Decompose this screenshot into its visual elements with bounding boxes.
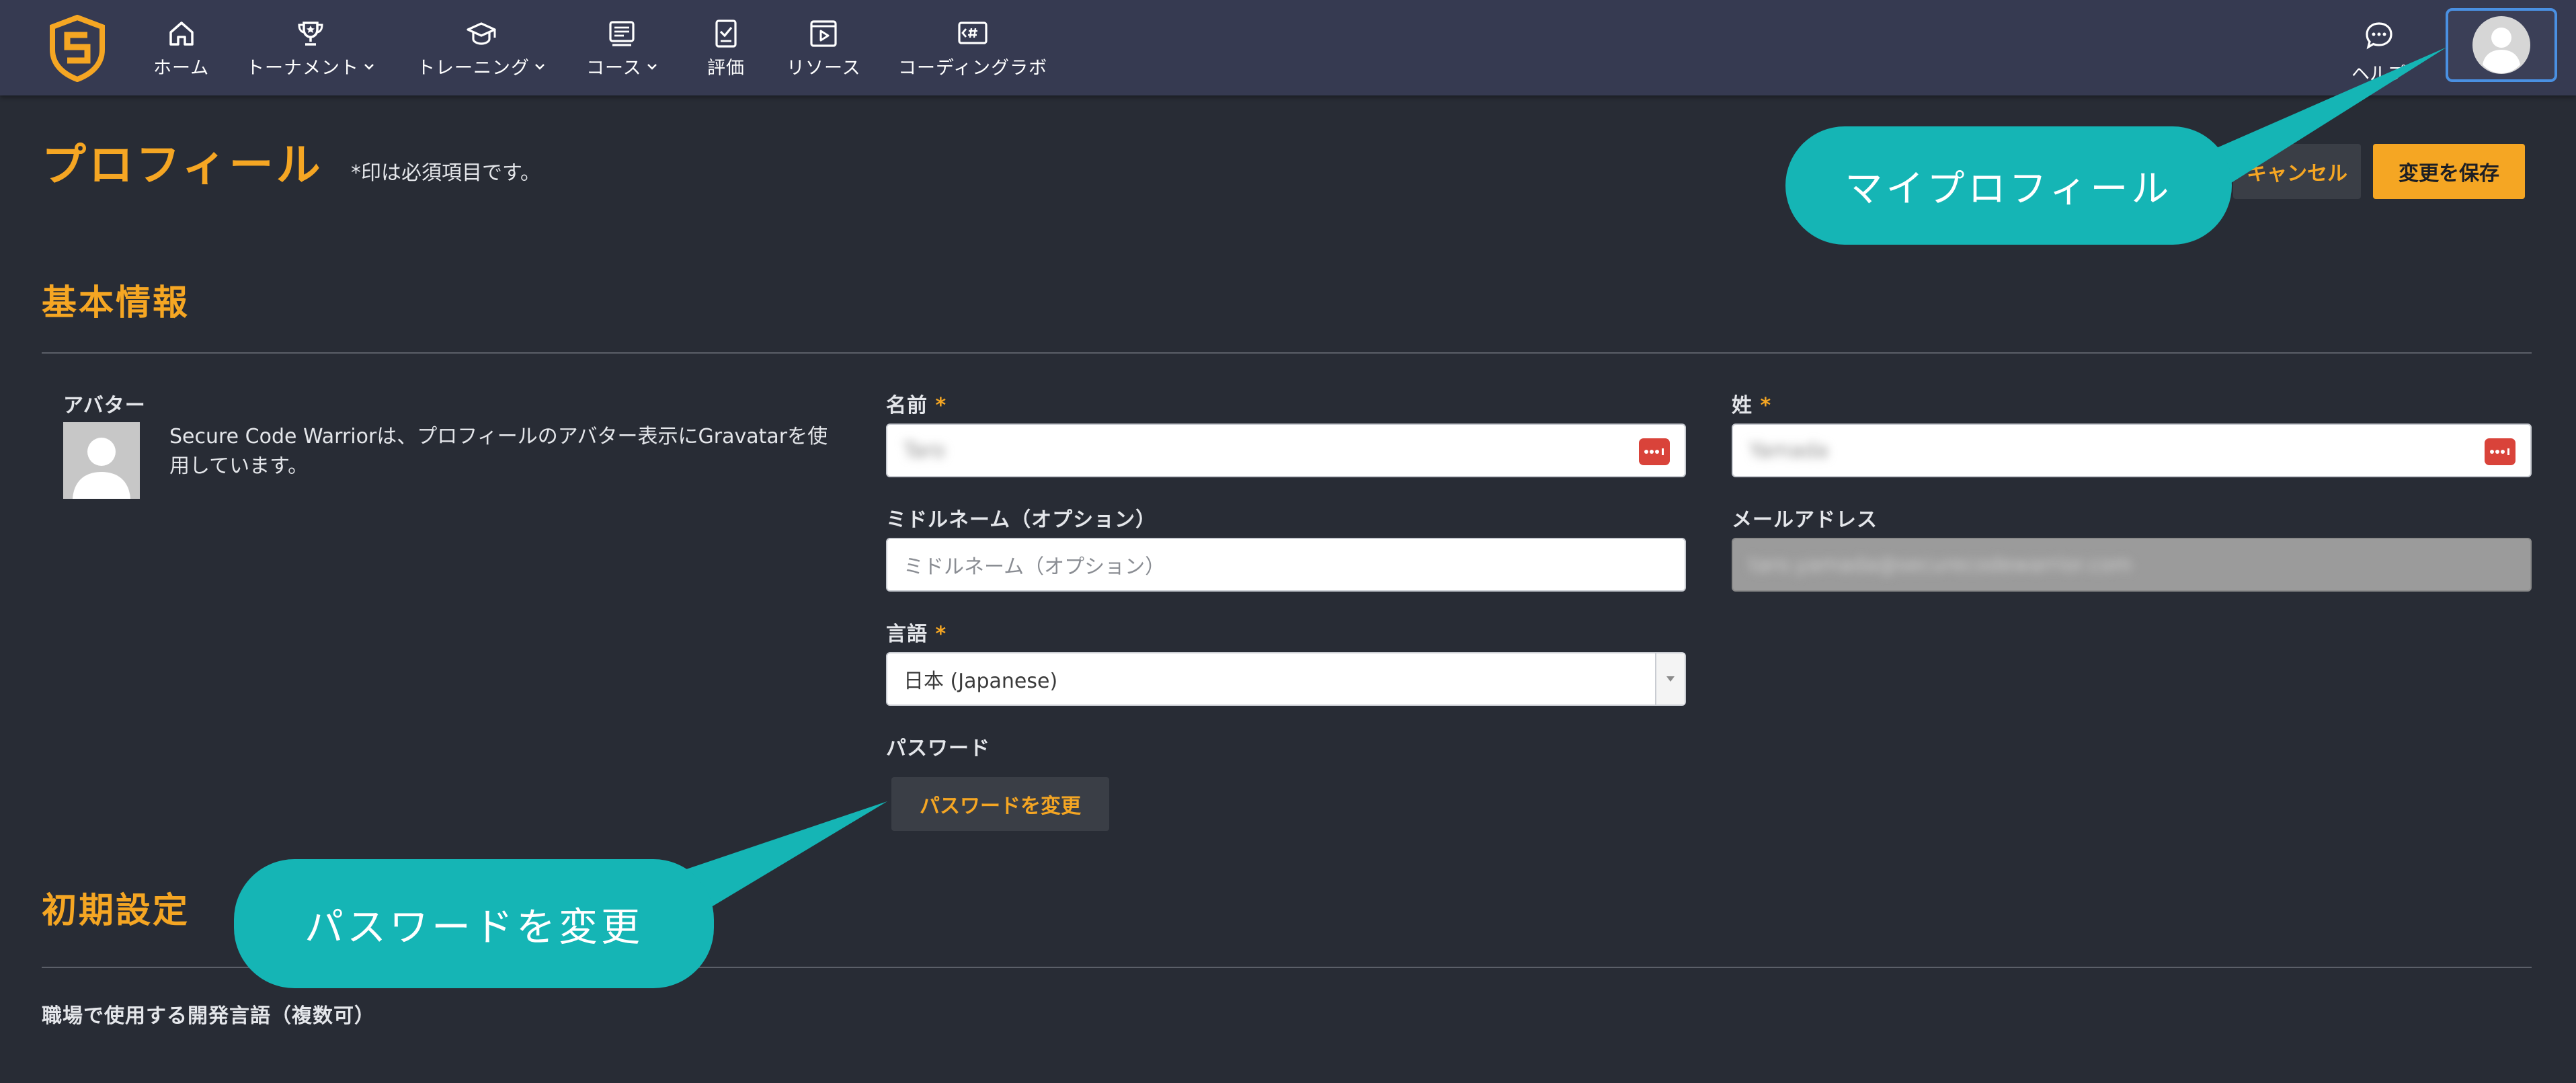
chevron-down-icon [535,63,545,70]
trophy-icon [298,22,323,46]
profile-avatar-button[interactable] [2446,8,2557,82]
password-manager-icon[interactable] [2485,438,2515,465]
cancel-button[interactable]: キャンセル [2233,144,2361,199]
change-password-button[interactable]: パスワードを変更 [891,777,1109,831]
chevron-down-icon [364,63,374,70]
section-title-initial-settings: 初期設定 [42,891,190,931]
first-name-value: Taro [903,438,945,463]
language-selected-value: 日本 (Japanese) [903,670,1058,693]
nav-training-label: トレーニング [417,58,530,79]
chevron-down-icon [647,63,657,70]
email-value: taro.yamada@securecodewarrior.com [1749,553,2132,577]
first-name-label: 名前 * [886,394,947,417]
graduation-cap-icon [467,22,496,45]
email-label: メールアドレス [1732,508,1878,532]
avatar-label: アバター [63,394,146,417]
last-name-value: Yamada [1749,438,1828,463]
nav-home-label: ホーム [153,58,210,79]
avatar-description: Secure Code Warriorは、プロフィールのアバター表示にGrava… [169,425,828,478]
callout-my-profile: マイプロフィール [1785,126,2232,245]
nav-resources[interactable]: リソース [787,17,861,79]
avatar-image [63,422,140,499]
dev-languages-label: 職場で使用する開発言語（複数可） [42,1004,375,1028]
help-label: ヘルプ [2351,64,2406,85]
user-avatar-icon [2472,16,2530,74]
callout-change-password: パスワードを変更 [234,859,714,988]
nav-course-label: コース [586,58,642,79]
chat-help-icon [2365,22,2392,50]
email-field: taro.yamada@securecodewarrior.com [1732,538,2532,592]
nav-home[interactable]: ホーム [153,17,209,79]
nav-coding-lab-label: コーディングラボ [898,58,1048,79]
required-note: *印は必須項目です。 [351,161,540,185]
secure-code-warrior-logo-icon[interactable] [48,15,106,82]
password-manager-icon[interactable] [1639,438,1670,465]
nav-tournament-label: トーナメント [246,58,359,79]
course-icon [609,21,635,46]
select-arrow-icon[interactable] [1655,653,1685,705]
language-label: 言語 * [886,623,947,646]
home-icon [169,22,194,46]
section-title-basic-info: 基本情報 [42,283,190,323]
nav-coding-lab[interactable]: コーディングラボ [898,17,1047,79]
coding-lab-icon [958,22,988,44]
nav-assessment[interactable]: 評価 [707,17,745,79]
top-nav: ホーム トーナメント トレーニング コース 評価 リソース コーディングラボ ヘ… [0,0,2576,95]
nav-tournament[interactable]: トーナメント [246,17,375,79]
last-name-label: 姓 * [1732,394,1772,417]
middle-name-label: ミドルネーム（オプション） [886,508,1157,532]
nav-resources-label: リソース [787,58,861,79]
assessment-icon [715,19,737,48]
middle-name-input[interactable]: ミドルネーム（オプション） [886,538,1686,592]
page-title: プロフィール [42,139,323,191]
language-select[interactable]: 日本 (Japanese) [886,652,1686,706]
divider [42,352,2532,354]
last-name-input[interactable]: Yamada [1732,424,2532,477]
nav-assessment-label: 評価 [707,58,745,79]
help-button[interactable]: ヘルプ [2351,20,2406,85]
nav-course[interactable]: コース [586,17,658,79]
password-label: パスワード [886,737,990,760]
first-name-input[interactable]: Taro [886,424,1686,477]
resource-icon [810,20,837,47]
save-changes-button[interactable]: 変更を保存 [2373,144,2525,199]
user-silhouette-icon [73,438,130,499]
nav-training[interactable]: トレーニング [417,17,546,79]
middle-name-placeholder: ミドルネーム（オプション） [903,555,1166,579]
